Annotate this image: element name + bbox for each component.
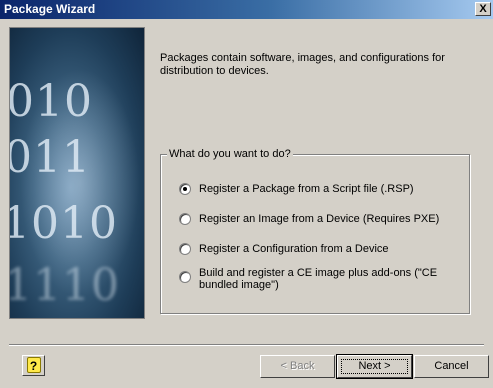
radio-button[interactable]: [179, 243, 191, 255]
cancel-button[interactable]: Cancel: [414, 355, 489, 378]
help-button[interactable]: ?: [22, 355, 45, 376]
option-label[interactable]: Build and register a CE image plus add-o…: [199, 267, 439, 291]
option-label[interactable]: Register a Configuration from a Device: [199, 243, 389, 255]
wizard-side-image: 010 011 1010 1110: [9, 27, 145, 319]
binary-digits-row-2: 011: [9, 132, 91, 183]
action-groupbox: What do you want to do? Register a Packa…: [160, 147, 470, 314]
back-button[interactable]: < Back: [260, 355, 335, 378]
package-wizard-window: Package Wizard X 010 011 1010 1110 Packa…: [0, 0, 493, 388]
binary-digits-row-4: 1110: [9, 260, 120, 311]
option-register-package-script[interactable]: Register a Package from a Script file (.…: [179, 183, 414, 195]
close-button[interactable]: X: [475, 2, 491, 16]
bottom-separator: [9, 344, 484, 346]
groupbox-legend: What do you want to do?: [167, 147, 293, 161]
title-bar[interactable]: Package Wizard X: [0, 0, 493, 19]
option-label[interactable]: Register an Image from a Device (Require…: [199, 213, 439, 225]
radio-button[interactable]: [179, 213, 191, 225]
focus-rect: [341, 359, 408, 374]
radio-button-checked[interactable]: [179, 183, 191, 195]
option-build-ce-image[interactable]: Build and register a CE image plus add-o…: [179, 267, 439, 291]
binary-digits-row-3: 1010: [9, 198, 118, 249]
intro-text: Packages contain software, images, and c…: [160, 52, 445, 77]
help-icon: ?: [26, 357, 41, 373]
option-label[interactable]: Register a Package from a Script file (.…: [199, 183, 414, 195]
binary-digits-row-1: 010: [9, 76, 93, 127]
option-register-image-device[interactable]: Register an Image from a Device (Require…: [179, 213, 439, 225]
radio-button[interactable]: [179, 271, 191, 283]
window-title: Package Wizard: [4, 2, 96, 16]
close-icon: X: [479, 3, 487, 15]
option-register-configuration[interactable]: Register a Configuration from a Device: [179, 243, 389, 255]
next-button[interactable]: Next >: [336, 354, 413, 379]
